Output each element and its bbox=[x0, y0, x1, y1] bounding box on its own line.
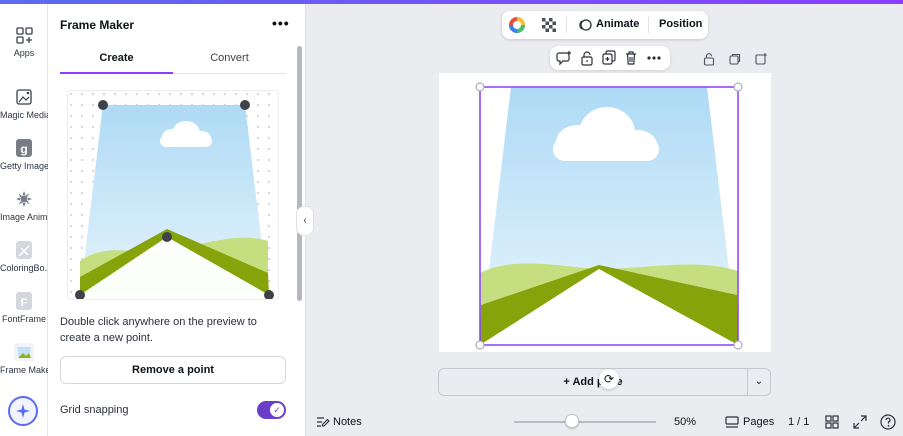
page-lock-icon[interactable] bbox=[702, 52, 716, 66]
tab-convert[interactable]: Convert bbox=[173, 48, 286, 74]
sidebar-item-getty-images[interactable]: g Getty Images bbox=[0, 137, 48, 185]
panel-scrollbar[interactable] bbox=[297, 38, 302, 436]
zoom-slider-handle[interactable] bbox=[565, 414, 579, 428]
animate-icon bbox=[579, 19, 592, 31]
panel-title: Frame Maker bbox=[60, 18, 135, 32]
comment-add-icon[interactable] bbox=[556, 50, 572, 66]
frame-maker-panel: Frame Maker ••• Create Convert Double cl… bbox=[48, 4, 306, 436]
getty-images-icon: g bbox=[16, 139, 32, 157]
scrollbar-thumb[interactable] bbox=[297, 46, 302, 301]
zoom-slider[interactable] bbox=[514, 421, 656, 423]
lock-icon[interactable] bbox=[579, 50, 595, 66]
frame-preview[interactable] bbox=[67, 90, 279, 300]
more-options-icon[interactable]: ••• bbox=[272, 15, 290, 31]
duplicate-icon[interactable] bbox=[601, 50, 617, 66]
check-icon: ✓ bbox=[270, 403, 284, 417]
context-toolbar: Animate Position bbox=[502, 11, 708, 39]
magic-media-icon bbox=[16, 89, 32, 105]
sidebar-item-label: Getty Images bbox=[0, 161, 48, 171]
element-toolbar bbox=[550, 46, 670, 70]
panel-tabs: Create Convert bbox=[60, 48, 286, 74]
apps-icon bbox=[16, 27, 33, 44]
collapse-panel-button[interactable]: ‹ bbox=[296, 206, 314, 236]
zoom-level[interactable]: 50% bbox=[674, 416, 696, 428]
sidebar-item-image-animate[interactable]: Image Anim... bbox=[0, 188, 48, 236]
transparency-icon[interactable] bbox=[542, 18, 556, 32]
footer-bar: Notes 50% Pages 1 / 1 bbox=[306, 408, 903, 436]
rotate-handle[interactable]: ⟳ bbox=[599, 369, 619, 389]
rotate-icon: ⟳ bbox=[603, 372, 615, 386]
page-duplicate-icon[interactable] bbox=[728, 52, 742, 66]
page-actions bbox=[700, 52, 770, 68]
remove-point-button[interactable]: Remove a point bbox=[60, 356, 286, 384]
grid-snapping-label: Grid snapping bbox=[60, 404, 129, 416]
coloring-book-icon bbox=[16, 241, 32, 259]
sidebar-item-label: FontFrame bbox=[1, 314, 46, 324]
sidebar-item-label: Image Anim... bbox=[0, 212, 48, 222]
page-add-icon[interactable] bbox=[754, 52, 768, 66]
add-page-dropdown[interactable]: ⌄ bbox=[747, 368, 771, 396]
sidebar-item-label: Frame Maker bbox=[0, 365, 48, 375]
sidebar-item-apps[interactable]: Apps bbox=[0, 24, 48, 72]
chevron-down-icon: ⌄ bbox=[754, 376, 764, 387]
fullscreen-icon[interactable] bbox=[853, 415, 867, 429]
grid-snapping-toggle[interactable]: ✓ bbox=[257, 401, 286, 419]
svg-text:F: F bbox=[21, 297, 28, 309]
sparkle-icon bbox=[16, 404, 30, 418]
sidebar-item-fontframe[interactable]: F FontFrame bbox=[0, 290, 48, 338]
sidebar-item-coloring-book[interactable]: ColoringBo... bbox=[0, 239, 48, 287]
frame-maker-icon bbox=[14, 343, 34, 361]
color-picker-icon[interactable] bbox=[508, 16, 526, 34]
chevron-left-icon: ‹ bbox=[303, 215, 307, 226]
pages-icon bbox=[725, 416, 739, 428]
pages-button[interactable]: Pages bbox=[743, 416, 774, 428]
position-button[interactable]: Position bbox=[659, 18, 702, 30]
magic-assistant-button[interactable] bbox=[8, 396, 38, 426]
help-icon[interactable] bbox=[880, 414, 896, 430]
animate-button[interactable]: Animate bbox=[596, 18, 639, 30]
sidebar-item-label: Magic Media bbox=[0, 110, 48, 120]
notes-button[interactable]: Notes bbox=[333, 416, 362, 428]
sidebar-item-label: ColoringBo... bbox=[0, 263, 48, 273]
image-animate-icon bbox=[16, 191, 32, 207]
tab-create[interactable]: Create bbox=[60, 48, 173, 74]
page-count: 1 / 1 bbox=[788, 416, 810, 428]
left-rail: Apps Magic Media g Getty Images Image An… bbox=[0, 4, 48, 436]
frame-element[interactable] bbox=[439, 73, 771, 352]
toolbar-divider bbox=[566, 17, 567, 33]
fontframe-icon: F bbox=[16, 292, 32, 310]
frame-preview-canvas[interactable] bbox=[68, 91, 279, 300]
more-icon[interactable] bbox=[646, 50, 662, 66]
sidebar-item-frame-maker[interactable]: Frame Maker bbox=[0, 341, 48, 389]
sidebar-item-label: Apps bbox=[13, 48, 35, 58]
sidebar-item-magic-media[interactable]: Magic Media bbox=[0, 86, 48, 134]
add-page-button[interactable]: + Add page bbox=[438, 368, 748, 396]
help-text: Double click anywhere on the preview to … bbox=[60, 316, 257, 344]
grid-view-icon[interactable] bbox=[825, 415, 839, 429]
trash-icon[interactable] bbox=[623, 50, 639, 66]
design-page[interactable] bbox=[439, 73, 771, 352]
notes-icon bbox=[317, 417, 330, 427]
toolbar-divider bbox=[648, 17, 649, 33]
svg-text:g: g bbox=[20, 142, 27, 156]
